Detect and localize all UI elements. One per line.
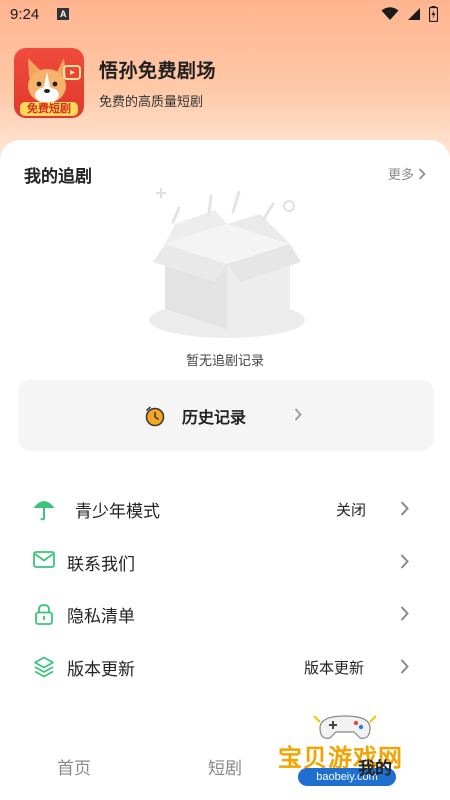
menu-label-privacy-list: 隐私清单 xyxy=(67,607,135,627)
lock-icon xyxy=(35,604,53,625)
my-follow-header: 我的追剧 更多 xyxy=(24,162,426,187)
app-header: 免费短剧 悟孙免费剧场 免费的高质量短剧 xyxy=(14,48,216,118)
my-follow-title: 我的追剧 xyxy=(24,167,92,187)
history-button[interactable]: 历史记录 xyxy=(18,380,434,451)
app-info: 悟孙免费剧场 免费的高质量短剧 xyxy=(99,56,216,110)
status-icons xyxy=(381,6,438,22)
chevron-right-icon xyxy=(400,659,409,674)
menu-label-teen-mode: 青少年模式 xyxy=(75,502,160,522)
menu-item-version-update[interactable]: 版本更新 版本更新 xyxy=(0,647,450,687)
app-subtitle: 免费的高质量短剧 xyxy=(99,95,204,110)
menu-item-teen-mode[interactable]: 青少年模式 关闭 xyxy=(0,489,450,529)
chevron-right-icon xyxy=(400,606,409,621)
chevron-right-icon xyxy=(418,167,426,180)
clock-icon xyxy=(145,406,165,427)
battery-icon xyxy=(429,6,438,22)
empty-follow-text: 暂无追剧记录 xyxy=(185,354,264,369)
app-logo: 免费短剧 xyxy=(14,48,84,118)
more-label: 更多 xyxy=(387,168,414,183)
menu-label-contact-us: 联系我们 xyxy=(67,555,135,575)
app-logo-label: 免费短剧 xyxy=(27,102,71,115)
wifi-icon xyxy=(381,7,399,20)
more-link[interactable]: 更多 xyxy=(388,164,426,183)
empty-box-icon xyxy=(149,188,305,338)
menu-label-version-update: 版本更新 xyxy=(67,660,135,680)
chevron-right-icon xyxy=(400,501,409,516)
status-bar: 9:24 A xyxy=(0,0,450,28)
menu-item-contact-us[interactable]: 联系我们 xyxy=(0,542,450,582)
status-time: 9:24 xyxy=(10,5,40,23)
history-label: 历史记录 xyxy=(182,408,247,427)
tab-short-drama[interactable]: 短剧 xyxy=(208,754,242,779)
watermark: 宝贝游戏网 baobeiy.com xyxy=(274,706,450,796)
chevron-right-icon xyxy=(400,554,409,569)
notification-a-icon: A xyxy=(57,8,70,20)
layers-icon xyxy=(34,656,54,678)
content-card: 我的追剧 更多 暂无追剧记录 历史记录 青少年模式 关闭 联系我们 隐私清单 版… xyxy=(0,140,450,800)
menu-item-privacy-list[interactable]: 隐私清单 xyxy=(0,594,450,634)
mail-icon xyxy=(33,551,55,568)
menu-value-version-update: 版本更新 xyxy=(304,659,365,677)
tab-home[interactable]: 首页 xyxy=(57,754,91,779)
chevron-right-icon xyxy=(294,408,302,421)
signal-icon xyxy=(408,8,420,20)
tab-mine[interactable]: 我的 xyxy=(358,754,392,779)
menu-value-teen-mode: 关闭 xyxy=(336,501,367,519)
umbrella-icon xyxy=(33,501,55,521)
app-title: 悟孙免费剧场 xyxy=(99,60,217,82)
